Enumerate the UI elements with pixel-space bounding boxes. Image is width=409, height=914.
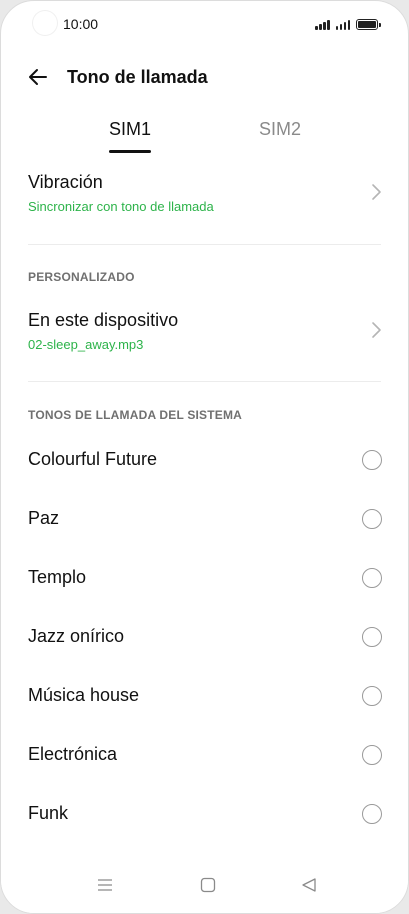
ringtone-item[interactable]: Paz <box>1 490 408 549</box>
system-navigation-bar <box>1 859 408 913</box>
chevron-right-icon <box>372 322 381 338</box>
page-title: Tono de llamada <box>67 67 208 87</box>
phone-screen: 10:00 Tono de llamada SIM1 SIM2 Vibració… <box>0 0 409 914</box>
signal-sim1-icon <box>315 19 330 30</box>
radio-button[interactable] <box>362 686 382 706</box>
section-header-system: TONOS DE LLAMADA DEL SISTEMA <box>28 408 243 422</box>
recent-apps-icon[interactable] <box>97 877 113 893</box>
status-time: 10:00 <box>63 16 99 32</box>
radio-button[interactable] <box>362 450 382 470</box>
ringtone-item[interactable]: Templo <box>1 549 408 608</box>
back-triangle-icon[interactable] <box>301 877 317 893</box>
divider <box>28 381 381 382</box>
device-ringtone-subtitle: 02-sleep_away.mp3 <box>28 337 144 352</box>
ringtone-label: Jazz onírico <box>28 626 125 646</box>
app-header: Tono de llamada <box>1 57 408 97</box>
ringtone-label: Paz <box>28 508 60 528</box>
radio-button[interactable] <box>362 568 382 588</box>
radio-button[interactable] <box>362 627 382 647</box>
ringtone-item[interactable]: Colourful Future <box>1 431 408 490</box>
ringtone-item[interactable]: Electrónica <box>1 726 408 785</box>
status-icons <box>315 16 381 30</box>
ringtone-item[interactable]: Funk <box>1 785 408 844</box>
chevron-right-icon <box>372 184 381 200</box>
ringtone-label: Música house <box>28 685 140 705</box>
vibration-row[interactable]: Vibración Sincronizar con tono de llamad… <box>1 166 408 232</box>
sim-tabs: SIM1 SIM2 <box>1 113 408 157</box>
tab-indicator <box>109 150 151 153</box>
ringtone-label: Funk <box>28 803 69 823</box>
radio-button[interactable] <box>362 804 382 824</box>
ringtone-label: Templo <box>28 567 87 587</box>
front-camera <box>33 11 57 35</box>
signal-sim2-icon <box>335 19 350 30</box>
battery-icon <box>356 19 381 30</box>
radio-button[interactable] <box>362 509 382 529</box>
device-ringtone-title: En este dispositivo <box>28 310 179 330</box>
divider <box>28 244 381 245</box>
section-header-custom: PERSONALIZADO <box>28 270 135 284</box>
device-ringtone-row[interactable]: En este dispositivo 02-sleep_away.mp3 <box>1 304 408 370</box>
ringtone-item[interactable]: Jazz onírico <box>1 608 408 667</box>
ringtone-item[interactable]: Música house <box>1 667 408 726</box>
status-bar: 10:00 <box>1 1 408 49</box>
tab-sim1[interactable]: SIM1 <box>109 119 151 140</box>
ringtone-label: Colourful Future <box>28 449 158 469</box>
vibration-subtitle: Sincronizar con tono de llamada <box>28 199 214 214</box>
vibration-title: Vibración <box>28 172 103 192</box>
tab-sim2[interactable]: SIM2 <box>259 119 301 140</box>
arrow-left-icon[interactable] <box>26 65 50 89</box>
ringtone-label: Electrónica <box>28 744 118 764</box>
home-icon[interactable] <box>200 877 216 893</box>
radio-button[interactable] <box>362 745 382 765</box>
